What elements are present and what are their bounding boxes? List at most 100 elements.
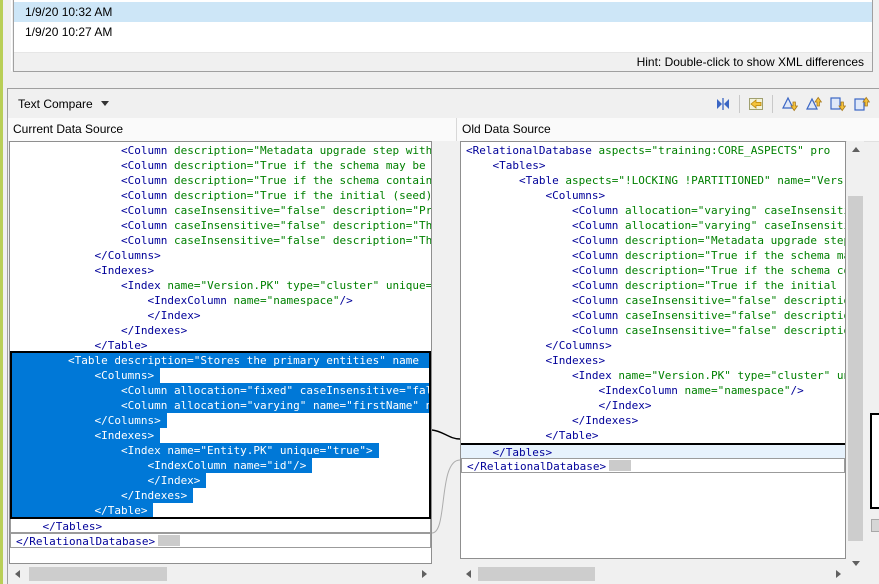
right-horizontal-scrollbar[interactable] — [460, 566, 846, 582]
code-line[interactable]: </Indexes> — [10, 488, 193, 503]
left-arrow-icon — [15, 570, 20, 578]
code-line[interactable]: <Indexes> — [10, 263, 431, 278]
switch-left-right-icon — [715, 96, 731, 112]
previous-change-button[interactable] — [850, 93, 872, 115]
scroll-right-button[interactable] — [830, 566, 846, 582]
switch-left-and-right-button[interactable] — [712, 93, 734, 115]
code-line[interactable]: <Column caseInsensitive="false" descript… — [461, 293, 845, 308]
code-line[interactable]: <Indexes> — [461, 353, 845, 368]
overview-diff-marker[interactable] — [871, 519, 879, 532]
code-line[interactable]: <Columns> — [10, 368, 160, 383]
code-line[interactable]: </Index> — [10, 473, 206, 488]
left-arrow-icon — [466, 570, 471, 578]
pane-gap — [432, 141, 460, 573]
code-line[interactable]: </Indexes> — [10, 323, 431, 338]
right-h-scrollbar-thumb[interactable] — [478, 567, 595, 581]
left-h-scrollbar-thumb[interactable] — [29, 567, 167, 581]
left-code-pane[interactable]: <Column description="Metadata upgrade st… — [9, 141, 432, 564]
diff-connector-secondary — [432, 460, 460, 533]
code-line[interactable]: <RelationalDatabase aspects="training:CO… — [461, 143, 845, 158]
hint-text: Hint: Double-click to show XML differenc… — [637, 55, 864, 69]
code-line[interactable]: <Column allocation="varying" caseInsensi… — [461, 203, 845, 218]
history-row[interactable]: 1/9/20 10:32 AM — [14, 2, 872, 22]
scroll-up-button[interactable] — [847, 141, 864, 157]
right-code-pane[interactable]: <RelationalDatabase aspects="training:CO… — [460, 141, 846, 559]
compare-mode-label: Text Compare — [18, 97, 93, 111]
code-line[interactable]: <Column allocation="fixed" caseInsensiti… — [10, 383, 431, 398]
previous-difference-icon — [805, 96, 822, 112]
copy-left-icon — [748, 96, 764, 112]
diff-connectors — [432, 141, 460, 573]
code-line[interactable]: </Index> — [10, 308, 431, 323]
code-line[interactable]: </Table> — [10, 338, 431, 353]
code-line[interactable]: </Columns> — [10, 248, 431, 263]
code-line[interactable]: <Column description="True if the schema … — [10, 173, 431, 188]
next-difference-button[interactable] — [778, 93, 800, 115]
scroll-left-button[interactable] — [460, 566, 476, 582]
code-line[interactable]: <Column allocation="varying" caseInsensi… — [461, 218, 845, 233]
next-change-button[interactable] — [826, 93, 848, 115]
code-line[interactable]: <Index name="Version.PK" type="cluster" … — [10, 278, 431, 293]
empty-range-indicator — [158, 535, 180, 546]
code-line[interactable]: <Tables> — [461, 158, 845, 173]
code-line[interactable]: <Indexes> — [10, 428, 160, 443]
pane-headers: Current Data Source Old Data Source — [8, 118, 879, 142]
code-line[interactable]: <Column caseInsensitive="false" descript… — [461, 323, 845, 338]
scroll-right-button[interactable] — [416, 566, 432, 582]
code-line[interactable]: <Column caseInsensitive="false" descript… — [461, 308, 845, 323]
code-line[interactable]: </Indexes> — [461, 413, 845, 428]
next-change-icon — [829, 96, 846, 112]
code-line[interactable]: <IndexColumn name="id"/> — [10, 458, 312, 473]
code-line[interactable]: <Index name="Entity.PK" unique="true"> — [10, 443, 379, 458]
right-pane-title: Old Data Source — [456, 118, 879, 141]
diff-connector-current — [432, 430, 460, 439]
history-list: 1/9/20 10:32 AM1/9/20 10:27 AM — [14, 2, 872, 42]
code-line[interactable]: <Table description="Stores the primary e… — [10, 353, 431, 368]
right-arrow-icon — [422, 570, 427, 578]
overview-current-diff-marker[interactable] — [870, 413, 879, 509]
code-line[interactable]: </RelationalDatabase> — [461, 458, 845, 473]
code-line[interactable]: <Column caseInsensitive="false" descript… — [10, 233, 431, 248]
code-line[interactable]: </Index> — [461, 398, 845, 413]
code-line[interactable]: <Column description="Metadata upgrade st… — [10, 143, 431, 158]
code-line[interactable]: <Column caseInsensitive="false" descript… — [10, 203, 431, 218]
overview-ruler[interactable] — [865, 141, 879, 573]
previous-change-icon — [853, 96, 870, 112]
divider — [11, 0, 12, 71]
code-line[interactable]: <Column description="True if the schema … — [461, 263, 845, 278]
code-line[interactable]: <Column caseInsensitive="false" descript… — [10, 218, 431, 233]
code-line[interactable]: <Column description="True if the initial… — [461, 278, 845, 293]
code-line[interactable]: </Table> — [10, 503, 153, 518]
scroll-down-button[interactable] — [847, 555, 864, 571]
vertical-scrollbar-thumb[interactable] — [848, 196, 863, 541]
code-line[interactable]: </Columns> — [461, 338, 845, 353]
hint-bar: Hint: Double-click to show XML differenc… — [14, 52, 872, 71]
copy-right-to-left-button[interactable] — [745, 93, 767, 115]
code-line[interactable]: <Table aspects="!LOCKING !PARTITIONED" n… — [461, 173, 845, 188]
compare-panel: Text Compare — [7, 88, 879, 584]
code-line[interactable]: <Column allocation="varying" name="first… — [10, 398, 431, 413]
previous-difference-button[interactable] — [802, 93, 824, 115]
code-line[interactable]: </Tables> — [461, 443, 845, 458]
code-line[interactable]: </Columns> — [10, 413, 167, 428]
history-panel: 1/9/20 10:32 AM1/9/20 10:27 AM Hint: Dou… — [13, 0, 873, 72]
code-line[interactable]: <Column description="True if the schema … — [10, 158, 431, 173]
scroll-left-button[interactable] — [9, 566, 25, 582]
compare-mode-dropdown[interactable]: Text Compare — [8, 89, 119, 118]
code-line[interactable]: <Column description="True if the initial… — [10, 188, 431, 203]
empty-range-indicator — [609, 460, 631, 471]
left-horizontal-scrollbar[interactable] — [9, 566, 432, 582]
code-line[interactable]: <Column description="True if the schema … — [461, 248, 845, 263]
vertical-scrollbar[interactable] — [847, 141, 864, 571]
code-line[interactable]: </RelationalDatabase> — [10, 533, 431, 548]
code-line[interactable]: <Index name="Version.PK" type="cluster" … — [461, 368, 845, 383]
code-line[interactable]: <Column description="Metadata upgrade st… — [461, 233, 845, 248]
history-row[interactable]: 1/9/20 10:27 AM — [14, 22, 872, 42]
code-line[interactable]: </Tables> — [10, 518, 431, 533]
next-difference-icon — [781, 96, 798, 112]
code-line[interactable]: <Columns> — [461, 188, 845, 203]
code-line[interactable]: </Table> — [461, 428, 845, 443]
code-line[interactable]: <IndexColumn name="namespace"/> — [461, 383, 845, 398]
code-line[interactable]: <IndexColumn name="namespace"/> — [10, 293, 431, 308]
toolbar-separator — [772, 95, 773, 113]
